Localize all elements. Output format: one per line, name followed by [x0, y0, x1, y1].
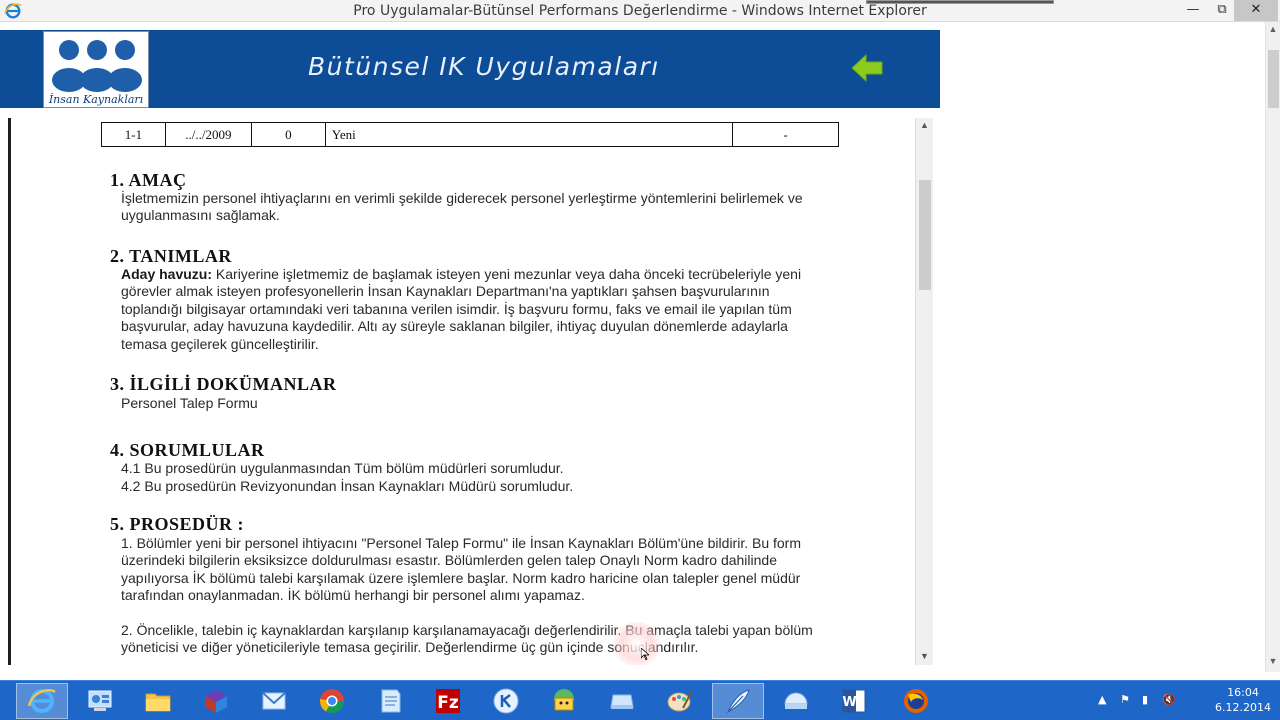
page-scrollbar[interactable]: ▲ ▼ — [1265, 22, 1280, 672]
revision-description: Yeni — [324, 122, 734, 147]
section-heading: 1. AMAÇ — [110, 170, 187, 190]
doc-scroll-thumb[interactable] — [919, 180, 931, 290]
taskbar: Fz W ▲ ⚑ ▮ 🔇 16:04 6.12.2014 — [0, 680, 1280, 720]
people-logo-icon — [52, 40, 142, 92]
taskbar-drive[interactable] — [596, 683, 648, 719]
tray-battery-icon[interactable]: ▮ — [1142, 693, 1148, 706]
close-button[interactable]: ✕ — [1234, 0, 1278, 21]
term-definition: Kariyerine işletmemiz de başlamak isteye… — [121, 266, 802, 352]
taskbar-feather-app[interactable] — [712, 683, 764, 719]
taskbar-chrome[interactable] — [306, 683, 358, 719]
title-progress-strip — [866, 0, 1054, 4]
taskbar-filezilla[interactable]: Fz — [422, 683, 474, 719]
revision-table: 1-1 ../../2009 0 Yeni - — [101, 122, 839, 147]
tray-expand-icon[interactable]: ▲ — [1098, 693, 1106, 706]
tray-volume-icon[interactable]: 🔇 — [1162, 693, 1176, 706]
filezilla-icon: Fz — [436, 689, 460, 713]
svg-text:W: W — [842, 695, 856, 710]
tray-flag-icon[interactable]: ⚑ — [1120, 693, 1130, 706]
scroll-up-arrow-icon[interactable]: ▲ — [1266, 24, 1280, 34]
term-label: Aday havuzu: — [121, 266, 213, 282]
taskbar-mail[interactable] — [248, 683, 300, 719]
company-logo[interactable]: İnsan Kaynakları — [43, 31, 149, 108]
section-heading: 5. PROSEDÜR : — [110, 514, 245, 534]
mouse-pointer-icon — [641, 648, 649, 660]
toolbar-strip — [0, 22, 940, 30]
scroll-down-arrow-icon[interactable]: ▼ — [1266, 656, 1280, 666]
header-banner: İnsan Kaynakları Bütünsel IK Uygulamalar… — [0, 30, 940, 108]
paint-icon — [667, 690, 693, 712]
notepad-icon — [381, 689, 401, 713]
section-line: 4.1 Bu prosedürün uygulanmasından Tüm bö… — [121, 460, 564, 476]
mail-icon — [262, 692, 286, 710]
banner-title: Bütünsel IK Uygulamaları — [308, 52, 660, 81]
clock-time: 16:04 — [1227, 686, 1259, 699]
file-explorer-icon — [145, 693, 171, 712]
feather-icon — [726, 689, 750, 714]
system-tray: ▲ ⚑ ▮ 🔇 — [1092, 681, 1212, 720]
firefox-icon — [904, 689, 928, 713]
restore-button[interactable]: ⧉ — [1210, 0, 1234, 21]
page-scroll-thumb[interactable] — [1268, 50, 1279, 108]
taskbar-winrar[interactable] — [190, 683, 242, 719]
taskbar-user-app[interactable] — [538, 683, 590, 719]
taskbar-help[interactable] — [770, 683, 822, 719]
taskbar-paint[interactable] — [654, 683, 706, 719]
back-arrow-icon[interactable] — [850, 53, 884, 83]
winrar-icon — [205, 690, 227, 713]
section-line: 4.2 Bu prosedürün Revizyonundan İnsan Ka… — [121, 478, 574, 494]
table-divider — [101, 146, 839, 147]
internet-explorer-icon — [27, 689, 56, 713]
taskbar-clock[interactable]: 16:04 6.12.2014 — [1208, 685, 1278, 715]
procedure-item: 1. Bölümler yeni bir personel ihtiyacını… — [121, 535, 802, 604]
taskbar-word[interactable]: W — [828, 683, 880, 719]
user-icon — [554, 689, 574, 711]
doc-scroll-down-icon[interactable]: ▼ — [916, 651, 933, 661]
clock-date: 6.12.2014 — [1215, 701, 1271, 714]
word-icon: W — [842, 689, 866, 713]
svg-text:Fz: Fz — [437, 693, 459, 713]
taskbar-control-panel[interactable] — [74, 683, 126, 719]
document-scrollbar[interactable]: ▲ ▼ — [915, 118, 933, 665]
taskbar-internet-explorer[interactable] — [16, 683, 68, 719]
window-title-bar: Pro Uygulamalar-Bütünsel Performans Değe… — [0, 0, 1280, 22]
procedure-item: 2. Öncelikle, talebin iç kaynaklardan ka… — [121, 622, 813, 656]
logo-caption: İnsan Kaynakları — [48, 93, 144, 106]
section-text: İşletmemizin personel ihtiyaçlarını en v… — [121, 190, 803, 224]
revision-no: 1-1 — [101, 122, 166, 147]
taskbar-firefox[interactable] — [890, 683, 942, 719]
chrome-icon — [320, 689, 344, 714]
control-panel-icon — [88, 690, 112, 711]
folder-drive-icon — [610, 694, 634, 709]
click-highlight — [611, 622, 663, 665]
help-icon — [784, 692, 808, 709]
vpn-icon — [493, 688, 519, 714]
section-heading: 4. SORUMLULAR — [110, 440, 265, 460]
section-text: Aday havuzu: Kariyerine işletmemiz de ba… — [121, 266, 821, 353]
revision-index: 0 — [250, 122, 326, 147]
section-heading: 2. TANIMLAR — [110, 246, 232, 266]
taskbar-file-explorer[interactable] — [132, 683, 184, 719]
taskbar-notepad[interactable] — [364, 683, 416, 719]
document-viewer[interactable]: 1-1 ../../2009 0 Yeni - 1. AMAÇ İşletmem… — [8, 118, 933, 665]
doc-scroll-up-icon[interactable]: ▲ — [916, 120, 933, 130]
page-blank-area — [940, 22, 1265, 672]
minimize-button[interactable]: — — [1176, 0, 1210, 21]
section-heading: 3. İLGİLİ DOKÜMANLAR — [110, 374, 337, 394]
taskbar-vpn[interactable] — [480, 683, 532, 719]
table-row: 1-1 ../../2009 0 Yeni - — [101, 122, 839, 147]
window-title: Pro Uygulamalar-Bütünsel Performans Değe… — [353, 3, 927, 19]
section-text: Personel Talep Formu — [121, 395, 258, 411]
revision-note: - — [732, 122, 839, 147]
revision-date: ../../2009 — [164, 122, 252, 147]
